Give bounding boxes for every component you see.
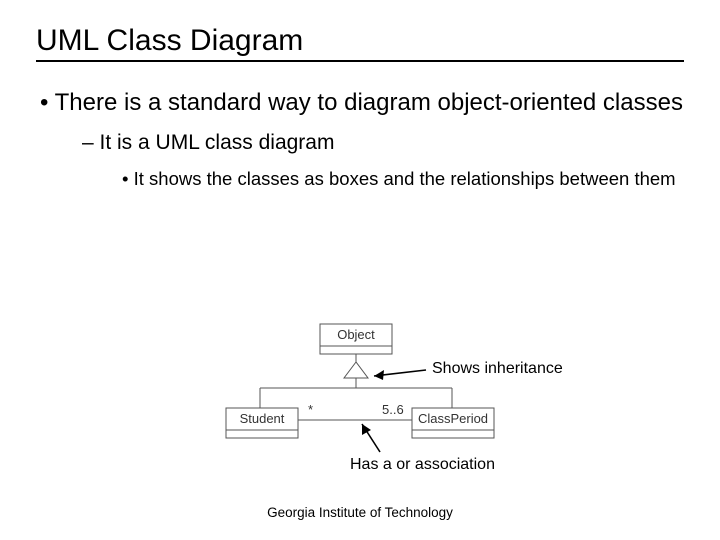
bullet-level2: It is a UML class diagram bbox=[82, 131, 684, 155]
bullet-level3: It shows the classes as boxes and the re… bbox=[122, 167, 684, 190]
uml-mult-star: * bbox=[308, 402, 313, 417]
uml-class-object: Object bbox=[337, 327, 375, 342]
uml-diagram: Object Student ClassPeriod * 5..6 Shows … bbox=[210, 322, 550, 462]
footer-text: Georgia Institute of Technology bbox=[0, 505, 720, 520]
uml-mult-range: 5..6 bbox=[382, 402, 404, 417]
uml-svg: Object Student ClassPeriod * 5..6 bbox=[210, 322, 510, 462]
uml-class-student: Student bbox=[240, 411, 285, 426]
slide-title: UML Class Diagram bbox=[36, 24, 684, 62]
annotation-inheritance: Shows inheritance bbox=[432, 360, 563, 378]
annotation-association: Has a or association bbox=[350, 456, 495, 474]
bullet-level1: There is a standard way to diagram objec… bbox=[40, 88, 684, 117]
uml-class-classperiod: ClassPeriod bbox=[418, 411, 488, 426]
